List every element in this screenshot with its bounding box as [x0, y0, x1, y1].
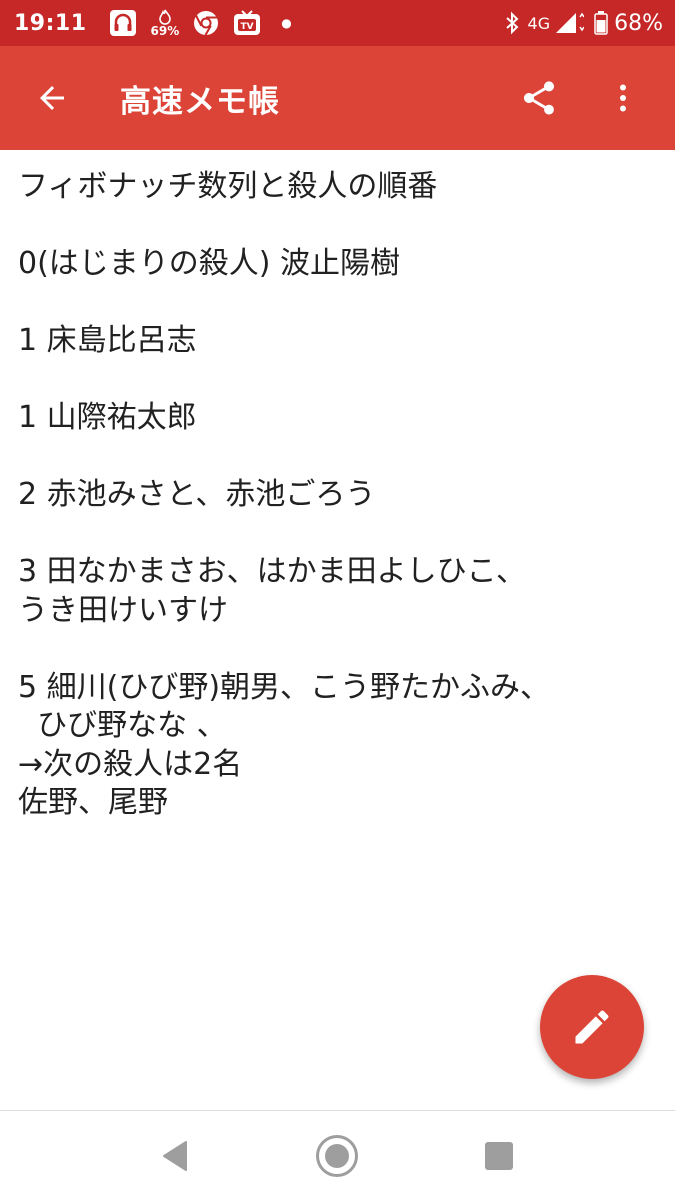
- battery-icon: [594, 11, 608, 35]
- pencil-icon: [575, 1010, 609, 1044]
- nav-home-button[interactable]: [312, 1131, 362, 1181]
- nav-recents-button[interactable]: [474, 1131, 524, 1181]
- overflow-menu-button[interactable]: [583, 46, 663, 150]
- fire-percent-label: 69%: [150, 24, 180, 38]
- chrome-icon: [193, 10, 219, 36]
- signal-icon: [554, 11, 585, 35]
- status-time: 19:11: [14, 10, 87, 36]
- status-bar: 19:11 69% TV ● 4G 68%: [0, 0, 675, 46]
- back-button[interactable]: [0, 46, 104, 150]
- tv-app-icon: TV: [233, 10, 261, 36]
- media-app-icon: [109, 9, 137, 37]
- nav-back-icon: [163, 1141, 187, 1171]
- bluetooth-icon: [504, 11, 520, 35]
- svg-text:TV: TV: [241, 22, 254, 32]
- memo-text-area[interactable]: フィボナッチ数列と殺人の順番 0(はじまりの殺人) 波止陽樹 1 床島比呂志 1…: [18, 168, 658, 848]
- fire-percent-icon: 69%: [150, 9, 180, 38]
- network-type-label: 4G: [527, 13, 551, 33]
- status-left: 19:11 69% TV ●: [14, 0, 292, 46]
- more-dot-icon: ●: [281, 16, 292, 30]
- system-nav-bar: [0, 1110, 675, 1200]
- share-icon: [524, 81, 554, 115]
- app-title: 高速メモ帳: [120, 83, 280, 120]
- share-button[interactable]: [499, 46, 579, 150]
- edit-fab-button[interactable]: [540, 975, 644, 1079]
- battery-percent: 68%: [614, 10, 663, 36]
- app-bar: 高速メモ帳: [0, 46, 675, 150]
- nav-recents-icon: [485, 1142, 513, 1170]
- status-right: 4G 68%: [504, 0, 663, 46]
- nav-back-button[interactable]: [150, 1131, 200, 1181]
- nav-home-icon: [316, 1135, 358, 1177]
- more-vert-icon: [620, 84, 626, 112]
- arrow-back-icon: [40, 86, 64, 110]
